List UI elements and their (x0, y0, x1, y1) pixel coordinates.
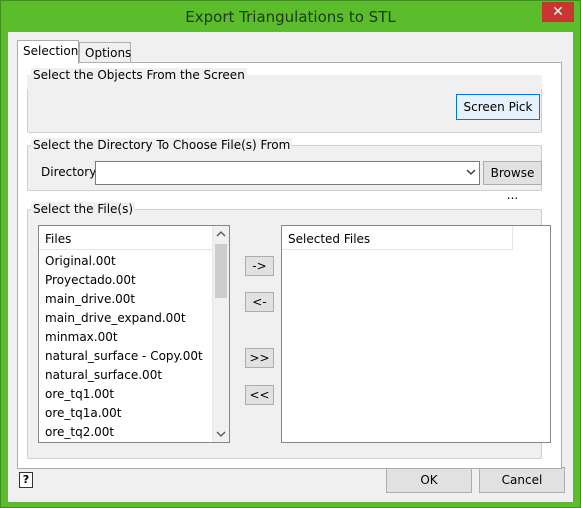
tab-options[interactable]: Options (79, 42, 131, 64)
directory-combobox[interactable] (95, 161, 480, 185)
list-item[interactable]: ore_tq1a.00t (45, 406, 122, 420)
export-triangulations-window: Export Triangulations to STL ✕ Selection… (0, 0, 581, 508)
title-bar[interactable]: Export Triangulations to STL ✕ (1, 1, 580, 32)
list-item[interactable]: natural_surface.00t (45, 368, 162, 382)
files-header-label: Files (45, 232, 72, 246)
cancel-label: Cancel (501, 473, 543, 487)
chevron-down-icon[interactable] (216, 430, 226, 438)
list-item[interactable]: main_drive.00t (45, 292, 135, 306)
chevron-up-icon[interactable] (216, 230, 226, 238)
selected-files-column-header[interactable]: Selected Files (282, 226, 512, 250)
list-item[interactable]: natural_surface - Copy.00t (45, 349, 203, 363)
directory-group-title: Select the Directory To Choose File(s) F… (31, 138, 293, 152)
directory-label: Directory (41, 165, 97, 179)
window-title: Export Triangulations to STL (185, 8, 396, 26)
cancel-button[interactable]: Cancel (479, 467, 565, 493)
move-all-left-button[interactable]: << (245, 385, 274, 405)
chevron-down-icon (466, 169, 476, 175)
list-item[interactable]: main_drive_expand.00t (45, 311, 186, 325)
selection-tab-panel: Select the Objects From the Screen Scree… (17, 62, 562, 469)
screen-pick-label: Screen Pick (463, 100, 533, 114)
files-scrollbar[interactable] (212, 226, 229, 442)
help-icon[interactable]: ? (19, 472, 33, 488)
tab-selection[interactable]: Selection (17, 40, 79, 64)
dialog-client-area: Selection Options Select the Objects Fro… (8, 32, 573, 502)
screen-objects-group: Select the Objects From the Screen Scree… (27, 68, 542, 133)
selected-files-listbox[interactable]: Selected Files (281, 225, 551, 443)
tab-selection-label: Selection (23, 44, 79, 58)
move-left-label: <- (252, 295, 267, 309)
move-all-left-label: << (249, 388, 270, 402)
list-item[interactable]: ore_tq2.00t (45, 425, 114, 439)
files-column-header[interactable]: Files (39, 226, 212, 250)
list-item[interactable]: minmax.00t (45, 330, 118, 344)
list-item[interactable]: Original.00t (45, 254, 116, 268)
list-item[interactable]: ore_tq1.00t (45, 387, 114, 401)
close-button[interactable]: ✕ (542, 2, 574, 22)
files-listbox[interactable]: Files Original.00t Proyectado.00t main_d… (38, 225, 230, 443)
tab-options-label: Options (85, 46, 132, 60)
browse-label: Browse ... (490, 166, 535, 202)
move-right-label: -> (252, 259, 267, 273)
screen-pick-button[interactable]: Screen Pick (456, 94, 540, 120)
move-right-button[interactable]: -> (245, 256, 274, 276)
close-icon: ✕ (552, 4, 564, 20)
selected-files-header-label: Selected Files (288, 232, 371, 246)
move-all-right-label: >> (249, 351, 270, 365)
header-divider (512, 226, 513, 250)
move-all-right-button[interactable]: >> (245, 348, 274, 368)
files-group: Select the File(s) Files Original.00t Pr… (27, 202, 551, 459)
move-left-button[interactable]: <- (245, 292, 274, 312)
screen-group-title: Select the Objects From the Screen (31, 68, 247, 82)
scroll-thumb[interactable] (215, 244, 227, 298)
browse-button[interactable]: Browse ... (483, 161, 542, 202)
ok-label: OK (420, 473, 438, 487)
files-group-title: Select the File(s) (31, 202, 136, 216)
ok-button[interactable]: OK (386, 467, 472, 493)
directory-group: Select the Directory To Choose File(s) F… (27, 138, 542, 202)
list-item[interactable]: Proyectado.00t (45, 273, 136, 287)
